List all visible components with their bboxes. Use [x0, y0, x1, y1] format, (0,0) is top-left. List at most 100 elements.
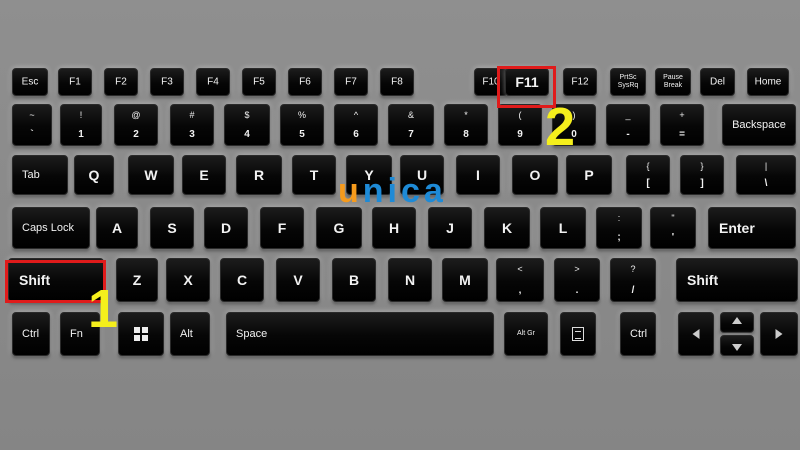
key-1[interactable]: ! 1: [60, 104, 102, 146]
key-8[interactable]: * 8: [444, 104, 488, 146]
key-w[interactable]: W: [128, 155, 174, 195]
key-space[interactable]: Space: [226, 312, 494, 356]
key-ctrl[interactable]: Ctrl: [620, 312, 656, 356]
key-t[interactable]: T: [292, 155, 336, 195]
key-sym[interactable]: ~ `: [12, 104, 52, 146]
key-sym[interactable]: ? /: [610, 258, 656, 302]
key-f5[interactable]: F5: [242, 68, 276, 96]
key-l[interactable]: L: [540, 207, 586, 249]
key-base-symbol: 7: [408, 129, 414, 140]
key-sym[interactable]: >.: [554, 258, 600, 302]
key-alt-gr[interactable]: Alt Gr: [504, 312, 548, 356]
key-base-symbol: \: [764, 178, 768, 189]
key-prtsc-sysrq[interactable]: PrtSc SysRq: [610, 68, 646, 96]
key-f1[interactable]: F1: [58, 68, 92, 96]
key-sym[interactable]: }]: [680, 155, 724, 195]
key-s[interactable]: S: [150, 207, 194, 249]
key-label: F5: [253, 76, 265, 88]
key-k[interactable]: K: [484, 207, 530, 249]
key-home[interactable]: Home: [747, 68, 789, 96]
key-label: X: [183, 272, 193, 288]
key-shift-symbol: +: [679, 110, 685, 120]
arrow-down-key[interactable]: [720, 335, 754, 356]
key-d[interactable]: D: [204, 207, 248, 249]
key-f12[interactable]: F12: [563, 68, 597, 96]
menu-key[interactable]: [560, 312, 596, 356]
key-label: F2: [115, 76, 127, 88]
key-sym[interactable]: {[: [626, 155, 670, 195]
key-j[interactable]: J: [428, 207, 472, 249]
key-pause-break[interactable]: Pause Break: [655, 68, 691, 96]
key-sym[interactable]: :;: [596, 207, 642, 249]
key-g[interactable]: G: [316, 207, 362, 249]
key-backspace[interactable]: Backspace: [722, 104, 796, 146]
key-enter[interactable]: Enter: [708, 207, 796, 249]
key-v[interactable]: V: [276, 258, 320, 302]
key-label: J: [446, 220, 454, 236]
key-base-symbol: /: [631, 285, 635, 296]
key-shift-symbol: <: [517, 264, 523, 274]
key-c[interactable]: C: [220, 258, 264, 302]
key-9[interactable]: (9: [498, 104, 542, 146]
key-o[interactable]: O: [512, 155, 558, 195]
key-f[interactable]: F: [260, 207, 304, 249]
key-label: T: [309, 167, 319, 183]
key-label: F12: [571, 76, 589, 88]
key-shift-symbol: %: [297, 110, 307, 120]
key-z[interactable]: Z: [116, 258, 158, 302]
key-tab[interactable]: Tab: [12, 155, 68, 195]
key-a[interactable]: A: [96, 207, 138, 249]
key-i[interactable]: I: [456, 155, 500, 195]
key-caps-lock[interactable]: Caps Lock: [12, 207, 90, 249]
key-esc[interactable]: Esc: [12, 68, 48, 96]
key-f2[interactable]: F2: [104, 68, 138, 96]
key-base-symbol: [: [646, 178, 650, 189]
key-label: V: [293, 272, 303, 288]
key-4[interactable]: $4: [224, 104, 270, 146]
key-ctrl[interactable]: Ctrl: [12, 312, 50, 356]
key-q[interactable]: Q: [74, 155, 114, 195]
key-shift-symbol: >: [574, 264, 580, 274]
key-shift[interactable]: Shift: [676, 258, 798, 302]
key-sym[interactable]: _ -: [606, 104, 650, 146]
key-shift-symbol: ?: [630, 264, 636, 274]
key-n[interactable]: N: [388, 258, 432, 302]
key-label: F4: [207, 76, 219, 88]
key-shift-symbol: |: [764, 161, 768, 171]
key-f8[interactable]: F8: [380, 68, 414, 96]
key-shift-symbol: ~: [29, 110, 35, 120]
key-alt[interactable]: Alt: [170, 312, 210, 356]
key-f7[interactable]: F7: [334, 68, 368, 96]
arrow-right-key[interactable]: [760, 312, 798, 356]
key-del[interactable]: Del: [700, 68, 735, 96]
key-h[interactable]: H: [372, 207, 416, 249]
arrow-left-key[interactable]: [678, 312, 714, 356]
key-shift-symbol: ": [671, 213, 675, 223]
key-7[interactable]: & 7: [388, 104, 434, 146]
key-shift-symbol: (: [518, 110, 522, 120]
key-sym[interactable]: | \: [736, 155, 796, 195]
key-5[interactable]: % 5: [280, 104, 324, 146]
key-b[interactable]: B: [332, 258, 376, 302]
key-f3[interactable]: F3: [150, 68, 184, 96]
windows-key[interactable]: [118, 312, 164, 356]
key-3[interactable]: #3: [170, 104, 214, 146]
key-base-symbol: 3: [189, 129, 195, 140]
key-6[interactable]: ^ 6: [334, 104, 378, 146]
arrow-up-key[interactable]: [720, 312, 754, 333]
key-2[interactable]: @2: [114, 104, 158, 146]
key-x[interactable]: X: [166, 258, 210, 302]
key-sym[interactable]: + =: [660, 104, 704, 146]
key-m[interactable]: M: [442, 258, 488, 302]
key-r[interactable]: R: [236, 155, 282, 195]
key-f6[interactable]: F6: [288, 68, 322, 96]
key-label: Fn: [70, 328, 83, 340]
key-f4[interactable]: F4: [196, 68, 230, 96]
arrow-down-icon: [732, 344, 742, 351]
key-p[interactable]: P: [566, 155, 612, 195]
key-label: Space: [236, 328, 268, 340]
arrow-left-icon: [692, 329, 700, 339]
key-sym[interactable]: " ': [650, 207, 696, 249]
key-e[interactable]: E: [182, 155, 226, 195]
key-sym[interactable]: <,: [496, 258, 544, 302]
